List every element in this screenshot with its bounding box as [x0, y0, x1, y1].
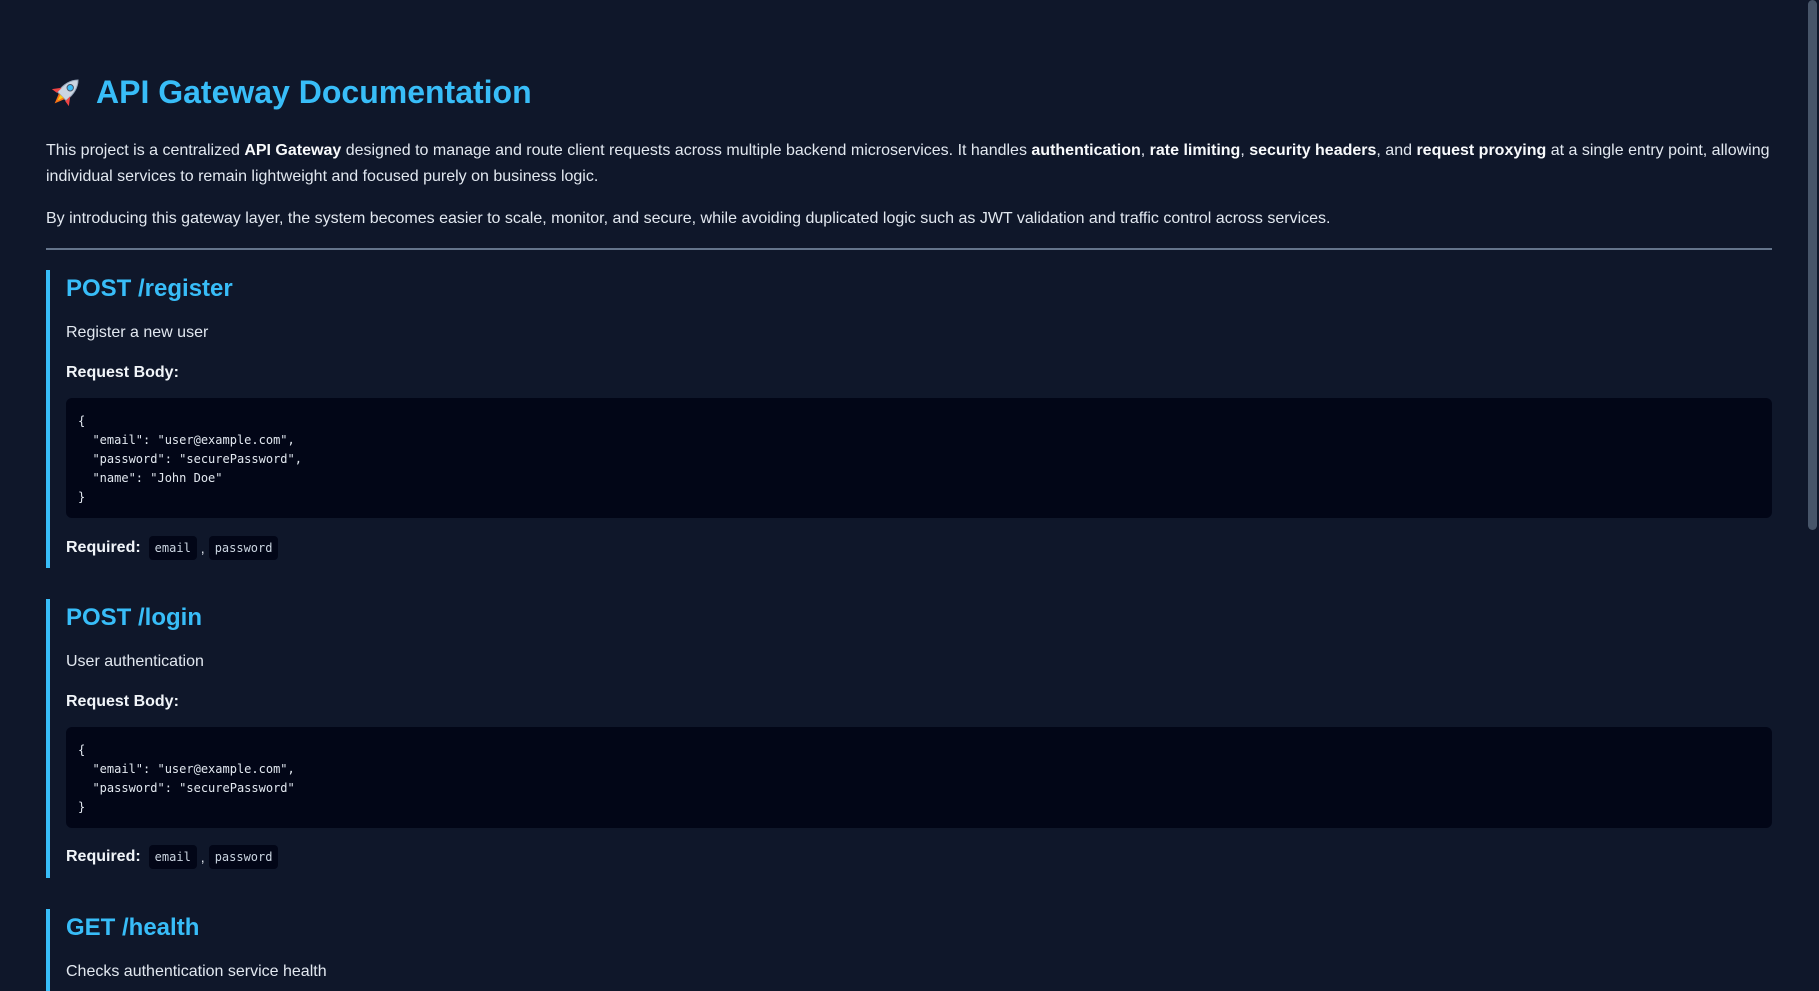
page-title: API Gateway Documentation	[46, 70, 532, 114]
request-body-code: { "email": "user@example.com", "password…	[66, 727, 1772, 828]
required-label: Required:	[66, 848, 141, 865]
endpoint-login: POST /login User authentication Request …	[46, 599, 1772, 878]
required-field-chip: password	[208, 845, 279, 869]
intro-emphasis: API Gateway	[244, 142, 342, 159]
separator: ,	[200, 849, 205, 865]
request-body-label: Request Body:	[66, 364, 179, 381]
vertical-scrollbar[interactable]	[1805, 0, 1819, 991]
endpoint-heading: POST /login	[66, 604, 202, 631]
intro-text: ,	[1240, 142, 1250, 159]
endpoint-description: Checks authentication service health	[66, 963, 327, 980]
endpoint-heading: GET /health	[66, 914, 200, 941]
intro-text: , and	[1376, 142, 1417, 159]
required-fields: Required: email , password	[66, 844, 1772, 870]
intro-emphasis: authentication	[1031, 142, 1141, 159]
intro-paragraph-2: By introducing this gateway layer, the s…	[46, 210, 1331, 227]
section-divider	[46, 248, 1772, 250]
endpoint-description: Register a new user	[66, 324, 209, 341]
scrollbar-thumb[interactable]	[1808, 0, 1817, 530]
documentation-page: API Gateway Documentation This project i…	[46, 0, 1772, 991]
required-label: Required:	[66, 539, 141, 556]
required-fields: Required: email , password	[66, 535, 1772, 561]
intro-emphasis: request proxying	[1416, 142, 1547, 159]
required-field-chip: password	[208, 536, 279, 560]
endpoint-register: POST /register Register a new user Reque…	[46, 270, 1772, 568]
endpoint-description: User authentication	[66, 653, 204, 670]
request-body-label: Request Body:	[66, 693, 179, 710]
required-field-chip: email	[148, 536, 197, 560]
intro-text: designed to manage and route client requ…	[341, 142, 1032, 159]
request-body-code: { "email": "user@example.com", "password…	[66, 398, 1772, 518]
intro-emphasis: security headers	[1249, 142, 1377, 159]
required-field-chip: email	[148, 845, 197, 869]
intro-text: This project is a centralized	[46, 142, 245, 159]
endpoint-heading: POST /register	[66, 275, 233, 302]
rocket-icon	[51, 79, 79, 107]
intro-emphasis: rate limiting	[1149, 142, 1241, 159]
intro-paragraph: This project is a centralized API Gatewa…	[46, 138, 1772, 190]
separator: ,	[200, 540, 205, 556]
page-title-text: API Gateway Documentation	[96, 74, 532, 110]
endpoint-health: GET /health Checks authentication servic…	[46, 909, 1772, 991]
intro-text: ,	[1140, 142, 1150, 159]
